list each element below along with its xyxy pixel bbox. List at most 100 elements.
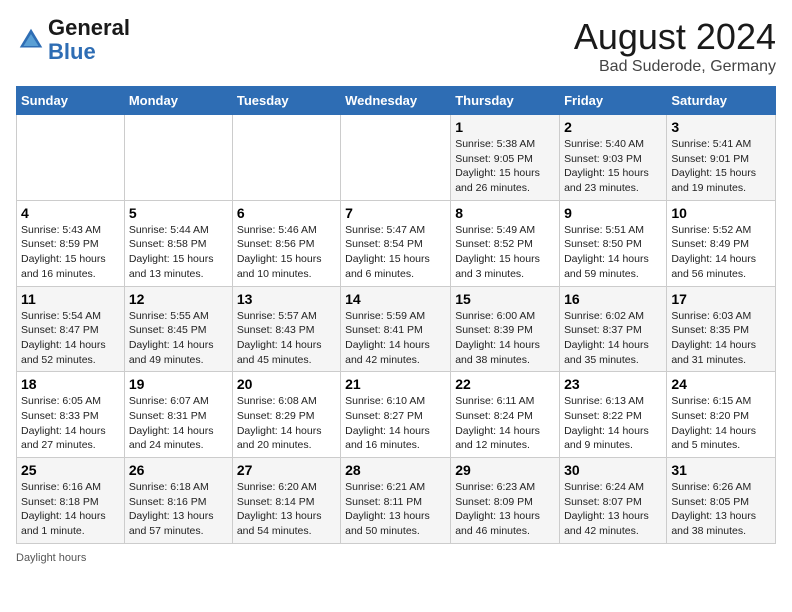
day-info: Sunrise: 6:05 AMSunset: 8:33 PMDaylight:… — [21, 394, 120, 453]
day-info: Sunrise: 5:46 AMSunset: 8:56 PMDaylight:… — [237, 223, 336, 282]
calendar-cell: 16 Sunrise: 6:02 AMSunset: 8:37 PMDayligh… — [560, 286, 667, 372]
day-number: 28 — [345, 462, 446, 478]
logo: General Blue — [16, 16, 130, 64]
calendar-cell: 6 Sunrise: 5:46 AMSunset: 8:56 PMDaylight… — [232, 200, 340, 286]
day-info: Sunrise: 6:10 AMSunset: 8:27 PMDaylight:… — [345, 394, 446, 453]
day-info: Sunrise: 6:00 AMSunset: 8:39 PMDaylight:… — [455, 309, 555, 368]
day-number: 7 — [345, 205, 446, 221]
day-number: 24 — [671, 376, 771, 392]
calendar-col-header: Wednesday — [341, 87, 451, 115]
day-number: 2 — [564, 119, 662, 135]
calendar-cell: 21 Sunrise: 6:10 AMSunset: 8:27 PMDayligh… — [341, 372, 451, 458]
day-number: 16 — [564, 291, 662, 307]
day-number: 9 — [564, 205, 662, 221]
calendar-cell: 18 Sunrise: 6:05 AMSunset: 8:33 PMDayligh… — [17, 372, 125, 458]
calendar-cell: 24 Sunrise: 6:15 AMSunset: 8:20 PMDayligh… — [667, 372, 776, 458]
day-number: 11 — [21, 291, 120, 307]
day-info: Sunrise: 5:59 AMSunset: 8:41 PMDaylight:… — [345, 309, 446, 368]
day-info: Sunrise: 6:08 AMSunset: 8:29 PMDaylight:… — [237, 394, 336, 453]
day-info: Sunrise: 5:41 AMSunset: 9:01 PMDaylight:… — [671, 137, 771, 196]
day-info: Sunrise: 5:54 AMSunset: 8:47 PMDaylight:… — [21, 309, 120, 368]
calendar-cell: 3 Sunrise: 5:41 AMSunset: 9:01 PMDaylight… — [667, 115, 776, 201]
day-number: 13 — [237, 291, 336, 307]
day-info: Sunrise: 6:07 AMSunset: 8:31 PMDaylight:… — [129, 394, 228, 453]
day-number: 18 — [21, 376, 120, 392]
day-number: 1 — [455, 119, 555, 135]
calendar-cell: 10 Sunrise: 5:52 AMSunset: 8:49 PMDayligh… — [667, 200, 776, 286]
day-info: Sunrise: 5:51 AMSunset: 8:50 PMDaylight:… — [564, 223, 662, 282]
day-info: Sunrise: 6:15 AMSunset: 8:20 PMDaylight:… — [671, 394, 771, 453]
day-info: Sunrise: 6:24 AMSunset: 8:07 PMDaylight:… — [564, 480, 662, 539]
day-number: 20 — [237, 376, 336, 392]
day-info: Sunrise: 6:13 AMSunset: 8:22 PMDaylight:… — [564, 394, 662, 453]
calendar-table: SundayMondayTuesdayWednesdayThursdayFrid… — [16, 86, 776, 544]
day-info: Sunrise: 5:40 AMSunset: 9:03 PMDaylight:… — [564, 137, 662, 196]
day-info: Sunrise: 5:49 AMSunset: 8:52 PMDaylight:… — [455, 223, 555, 282]
day-number: 26 — [129, 462, 228, 478]
calendar-cell: 15 Sunrise: 6:00 AMSunset: 8:39 PMDayligh… — [451, 286, 560, 372]
calendar-cell: 26 Sunrise: 6:18 AMSunset: 8:16 PMDayligh… — [124, 458, 232, 544]
calendar-cell: 7 Sunrise: 5:47 AMSunset: 8:54 PMDaylight… — [341, 200, 451, 286]
footer: Daylight hours — [16, 552, 776, 564]
day-info: Sunrise: 5:47 AMSunset: 8:54 PMDaylight:… — [345, 223, 446, 282]
day-number: 5 — [129, 205, 228, 221]
calendar-col-header: Tuesday — [232, 87, 340, 115]
day-number: 14 — [345, 291, 446, 307]
day-number: 4 — [21, 205, 120, 221]
page-header: General Blue August 2024 Bad Suderode, G… — [16, 16, 776, 76]
day-info: Sunrise: 5:52 AMSunset: 8:49 PMDaylight:… — [671, 223, 771, 282]
calendar-cell: 4 Sunrise: 5:43 AMSunset: 8:59 PMDaylight… — [17, 200, 125, 286]
day-info: Sunrise: 6:03 AMSunset: 8:35 PMDaylight:… — [671, 309, 771, 368]
day-number: 19 — [129, 376, 228, 392]
day-info: Sunrise: 6:20 AMSunset: 8:14 PMDaylight:… — [237, 480, 336, 539]
day-number: 6 — [237, 205, 336, 221]
day-number: 8 — [455, 205, 555, 221]
day-number: 10 — [671, 205, 771, 221]
title-block: August 2024 Bad Suderode, Germany — [574, 16, 776, 76]
day-number: 12 — [129, 291, 228, 307]
day-number: 3 — [671, 119, 771, 135]
day-info: Sunrise: 5:55 AMSunset: 8:45 PMDaylight:… — [129, 309, 228, 368]
calendar-col-header: Friday — [560, 87, 667, 115]
calendar-col-header: Monday — [124, 87, 232, 115]
calendar-cell — [341, 115, 451, 201]
calendar-cell: 22 Sunrise: 6:11 AMSunset: 8:24 PMDayligh… — [451, 372, 560, 458]
day-info: Sunrise: 6:23 AMSunset: 8:09 PMDaylight:… — [455, 480, 555, 539]
day-number: 30 — [564, 462, 662, 478]
calendar-header-row: SundayMondayTuesdayWednesdayThursdayFrid… — [17, 87, 776, 115]
calendar-col-header: Sunday — [17, 87, 125, 115]
calendar-week-row: 18 Sunrise: 6:05 AMSunset: 8:33 PMDayligh… — [17, 372, 776, 458]
calendar-cell: 29 Sunrise: 6:23 AMSunset: 8:09 PMDayligh… — [451, 458, 560, 544]
calendar-cell: 14 Sunrise: 5:59 AMSunset: 8:41 PMDayligh… — [341, 286, 451, 372]
day-info: Sunrise: 6:16 AMSunset: 8:18 PMDaylight:… — [21, 480, 120, 539]
calendar-cell: 27Sunrise: 6:20 AMSunset: 8:14 PMDayligh… — [232, 458, 340, 544]
day-number: 29 — [455, 462, 555, 478]
calendar-body: 1Sunrise: 5:38 AMSunset: 9:05 PMDaylight… — [17, 115, 776, 544]
calendar-col-header: Saturday — [667, 87, 776, 115]
calendar-cell: 25Sunrise: 6:16 AMSunset: 8:18 PMDayligh… — [17, 458, 125, 544]
day-number: 23 — [564, 376, 662, 392]
day-info: Sunrise: 5:57 AMSunset: 8:43 PMDaylight:… — [237, 309, 336, 368]
calendar-cell: 12 Sunrise: 5:55 AMSunset: 8:45 PMDayligh… — [124, 286, 232, 372]
calendar-cell — [17, 115, 125, 201]
day-number: 21 — [345, 376, 446, 392]
calendar-cell: 30 Sunrise: 6:24 AMSunset: 8:07 PMDayligh… — [560, 458, 667, 544]
day-number: 22 — [455, 376, 555, 392]
calendar-cell: 5Sunrise: 5:44 AMSunset: 8:58 PMDaylight… — [124, 200, 232, 286]
calendar-cell: 2 Sunrise: 5:40 AMSunset: 9:03 PMDaylight… — [560, 115, 667, 201]
logo-line2: Blue — [48, 40, 130, 64]
calendar-cell: 1Sunrise: 5:38 AMSunset: 9:05 PMDaylight… — [451, 115, 560, 201]
day-info: Sunrise: 5:43 AMSunset: 8:59 PMDaylight:… — [21, 223, 120, 282]
calendar-cell: 11 Sunrise: 5:54 AMSunset: 8:47 PMDayligh… — [17, 286, 125, 372]
calendar-cell: 8 Sunrise: 5:49 AMSunset: 8:52 PMDaylight… — [451, 200, 560, 286]
calendar-week-row: 4 Sunrise: 5:43 AMSunset: 8:59 PMDaylight… — [17, 200, 776, 286]
calendar-cell — [232, 115, 340, 201]
month-title: August 2024 — [574, 16, 776, 58]
calendar-cell: 17Sunrise: 6:03 AMSunset: 8:35 PMDayligh… — [667, 286, 776, 372]
day-info: Sunrise: 6:11 AMSunset: 8:24 PMDaylight:… — [455, 394, 555, 453]
day-info: Sunrise: 6:18 AMSunset: 8:16 PMDaylight:… — [129, 480, 228, 539]
day-number: 15 — [455, 291, 555, 307]
day-info: Sunrise: 6:02 AMSunset: 8:37 PMDaylight:… — [564, 309, 662, 368]
calendar-cell: 19 Sunrise: 6:07 AMSunset: 8:31 PMDayligh… — [124, 372, 232, 458]
logo-line1: General — [48, 16, 130, 40]
